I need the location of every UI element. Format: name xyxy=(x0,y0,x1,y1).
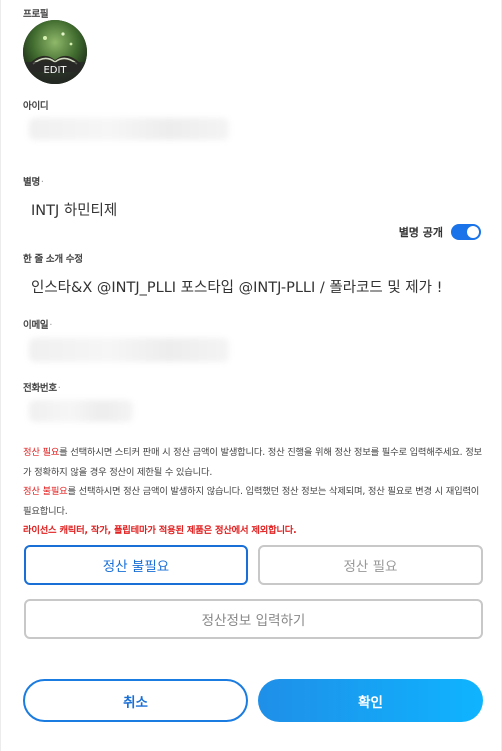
settlement-needed-button[interactable]: 정산 필요 xyxy=(258,545,483,585)
settlement-unneeded-button[interactable]: 정산 불필요 xyxy=(24,545,248,585)
nickname-public-label: 별명 공개 xyxy=(398,226,443,239)
avatar-edit-button[interactable]: EDIT xyxy=(23,62,87,84)
intro-input[interactable]: 인스타&X @INTJ_PLLI 포스타입 @INTJ-PLLI / 폴라코드 … xyxy=(31,276,475,297)
phone-label: 전화번호· xyxy=(23,383,61,394)
note-settlement-unneeded: 정산 불필요를 선택하시면 정산 금액이 발생하지 않습니다. 입력했던 정산 … xyxy=(23,486,480,517)
profile-label: 프로필 xyxy=(23,9,49,20)
intro-label: 한 줄 소개 수정 xyxy=(23,254,83,265)
avatar[interactable]: EDIT xyxy=(23,20,87,84)
id-label: 아이디 xyxy=(23,101,49,112)
profile-edit-panel: 프로필 EDIT 아이디 별명· INTJ 하민티제 별명 공개 한 줄 소개 … xyxy=(0,0,502,751)
note-settlement-needed: 정산 필요를 선택하시면 스티커 판매 시 정산 금액이 발생합니다. 정산 진… xyxy=(23,447,482,478)
confirm-button[interactable]: 확인 xyxy=(258,679,483,722)
nickname-public-row: 별명 공개 xyxy=(399,224,481,240)
nickname-public-toggle[interactable] xyxy=(451,224,481,240)
phone-value-redacted xyxy=(29,400,133,422)
settlement-notes: 정산 필요를 선택하시면 스티커 판매 시 정산 금액이 발생합니다. 정산 진… xyxy=(23,443,485,541)
email-value-redacted xyxy=(29,338,229,362)
id-value-redacted xyxy=(29,118,229,140)
email-label: 이메일· xyxy=(23,320,53,331)
cancel-button[interactable]: 취소 xyxy=(23,679,248,722)
nickname-label: 별명· xyxy=(23,177,44,188)
enter-settlement-info-button[interactable]: 정산정보 입력하기 xyxy=(24,599,483,639)
toggle-knob xyxy=(467,226,479,238)
note-exclusion: 라이선스 캐릭터, 작가, 폴립테마가 적용된 제품은 정산에서 제외합니다. xyxy=(23,525,297,536)
nickname-input[interactable]: INTJ 하민티제 xyxy=(31,199,117,220)
